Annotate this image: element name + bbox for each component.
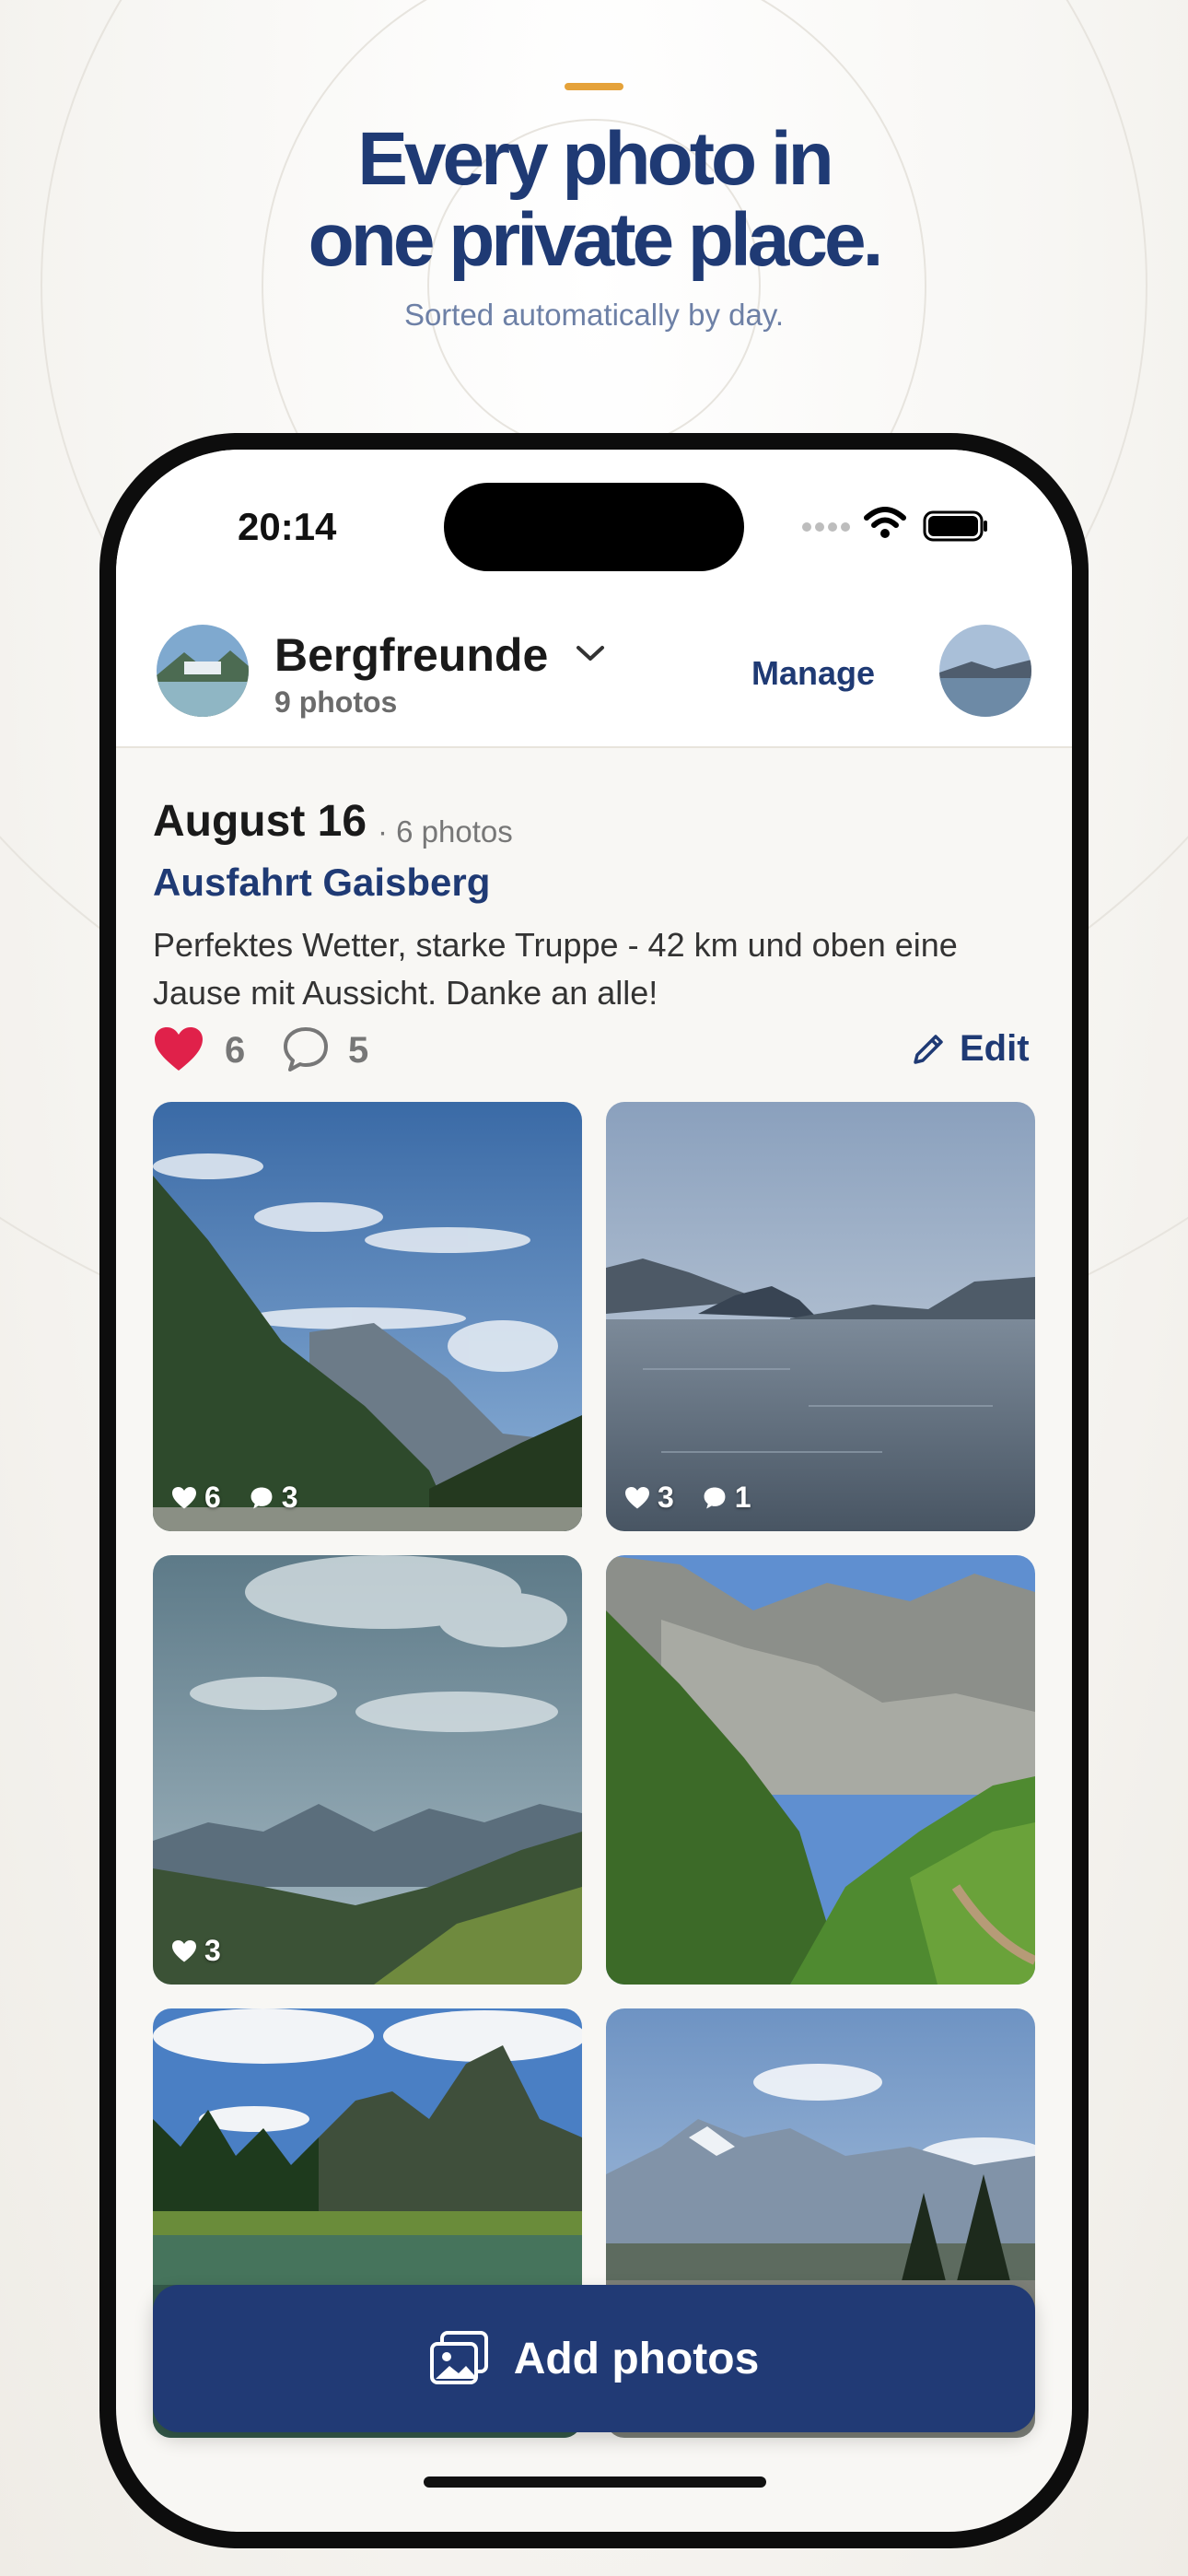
add-photos-label: Add photos — [513, 2334, 760, 2383]
group-name[interactable]: Bergfreunde — [274, 628, 548, 682]
comment-icon — [250, 1487, 273, 1508]
comment-icon[interactable] — [282, 1026, 330, 1072]
photo-stats: 3 1 — [624, 1481, 751, 1515]
photo-tile[interactable]: 3 1 — [606, 1102, 1035, 1531]
photo-tile[interactable]: 3 — [153, 1555, 582, 1985]
status-bar: 20:14 — [116, 450, 1072, 597]
group-photo-count: 9 photos — [274, 685, 398, 719]
phone-frame: 20:14 Bergfreunde 9 photos Manage August… — [99, 433, 1089, 2548]
photo-like-count: 3 — [204, 1934, 221, 1967]
chevron-down-icon[interactable] — [575, 643, 606, 663]
cellular-signal-icon — [802, 522, 850, 532]
photo-comment-count: 1 — [734, 1481, 751, 1514]
heart-icon — [625, 1486, 649, 1508]
photo-valley-mountains — [153, 1102, 582, 1531]
battery-icon — [923, 510, 987, 542]
event-description: Perfektes Wetter, starke Truppe - 42 km … — [153, 926, 958, 1012]
photo-tile[interactable] — [606, 1555, 1035, 1985]
photo-like-count: 3 — [658, 1481, 674, 1514]
accent-bar — [565, 83, 623, 90]
user-avatar[interactable] — [939, 625, 1031, 717]
heart-icon — [172, 1486, 196, 1508]
photo-cloudy-valley — [153, 1555, 582, 1985]
photo-lake — [606, 1102, 1035, 1531]
photo-tile[interactable]: 6 3 — [153, 1102, 582, 1531]
home-indicator — [424, 2476, 766, 2488]
photo-stats: 6 3 — [171, 1481, 298, 1515]
photo-stats: 3 — [171, 1934, 221, 1968]
headline-line-1: Every photo in — [357, 117, 834, 201]
day-photo-count: · 6 photos — [378, 814, 513, 849]
event-title: Ausfahrt Gaisberg — [153, 861, 491, 904]
photo-comment-count: 3 — [281, 1481, 298, 1514]
edit-label: Edit — [960, 1028, 1030, 1069]
add-photos-button[interactable]: Add photos — [153, 2285, 1035, 2432]
pencil-icon — [914, 1034, 943, 1064]
heart-icon[interactable] — [153, 1026, 204, 1072]
headline-line-2: one private place. — [308, 198, 884, 282]
day-date: August 16 — [153, 797, 367, 846]
wifi-icon — [864, 507, 906, 538]
status-time: 20:14 — [238, 505, 337, 548]
day-comment-count: 5 — [348, 1030, 369, 1071]
group-header: Bergfreunde 9 photos Manage — [116, 597, 1072, 748]
edit-button[interactable]: Edit — [910, 1028, 1030, 1070]
phone-screen: 20:14 Bergfreunde 9 photos Manage August… — [116, 450, 1072, 2532]
day-like-count: 6 — [225, 1030, 246, 1071]
dynamic-island — [444, 483, 744, 571]
photo-like-count: 6 — [204, 1481, 221, 1514]
group-avatar[interactable] — [157, 625, 249, 717]
heart-icon — [172, 1939, 196, 1961]
photo-add-icon — [429, 2331, 488, 2384]
comment-icon — [704, 1487, 726, 1508]
photo-green-mountains — [606, 1555, 1035, 1985]
subheadline: Sorted automatically by day. — [403, 298, 785, 332]
manage-button[interactable]: Manage — [751, 654, 875, 693]
